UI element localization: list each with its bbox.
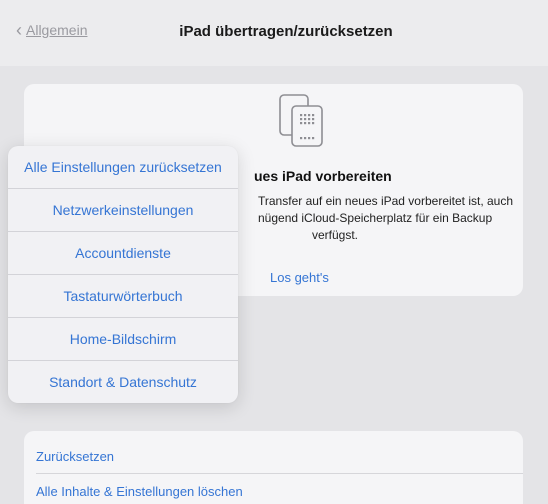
card-description-line: nügend iCloud-Speicherplatz für ein Back…: [258, 211, 493, 225]
reset-card: Zurücksetzen Alle Inhalte & Einstellunge…: [24, 431, 523, 504]
erase-all-button[interactable]: Alle Inhalte & Einstellungen löschen: [36, 475, 523, 504]
card-title: ues iPad vorbereiten: [254, 168, 392, 184]
menu-item-location-privacy[interactable]: Standort & Datenschutz: [8, 361, 238, 403]
navigation-bar: ‹ Allgemein iPad übertragen/zurücksetzen: [0, 0, 548, 66]
card-description: Transfer auf ein neues iPad vorbereitet …: [258, 193, 528, 244]
ipad-transfer-icon: [279, 94, 323, 147]
page-title: iPad übertragen/zurücksetzen: [179, 23, 393, 40]
menu-item-keyboard-dictionary[interactable]: Tastaturwörterbuch: [8, 275, 238, 317]
reset-options-menu: Alle Einstellungen zurücksetzen Netzwerk…: [8, 146, 238, 403]
card-description-line: Transfer auf ein neues iPad vorbereitet …: [258, 194, 514, 208]
menu-item-account-services[interactable]: Accountdienste: [8, 232, 238, 274]
reset-button[interactable]: Zurücksetzen: [36, 440, 523, 473]
menu-item-network-settings[interactable]: Netzwerkeinstellungen: [8, 189, 238, 231]
card-description-line: verfügst.: [312, 228, 359, 242]
menu-item-reset-all-settings[interactable]: Alle Einstellungen zurücksetzen: [8, 146, 238, 188]
get-started-link[interactable]: Los geht's: [270, 270, 329, 285]
divider: [36, 473, 523, 474]
menu-item-home-screen[interactable]: Home-Bildschirm: [8, 318, 238, 360]
